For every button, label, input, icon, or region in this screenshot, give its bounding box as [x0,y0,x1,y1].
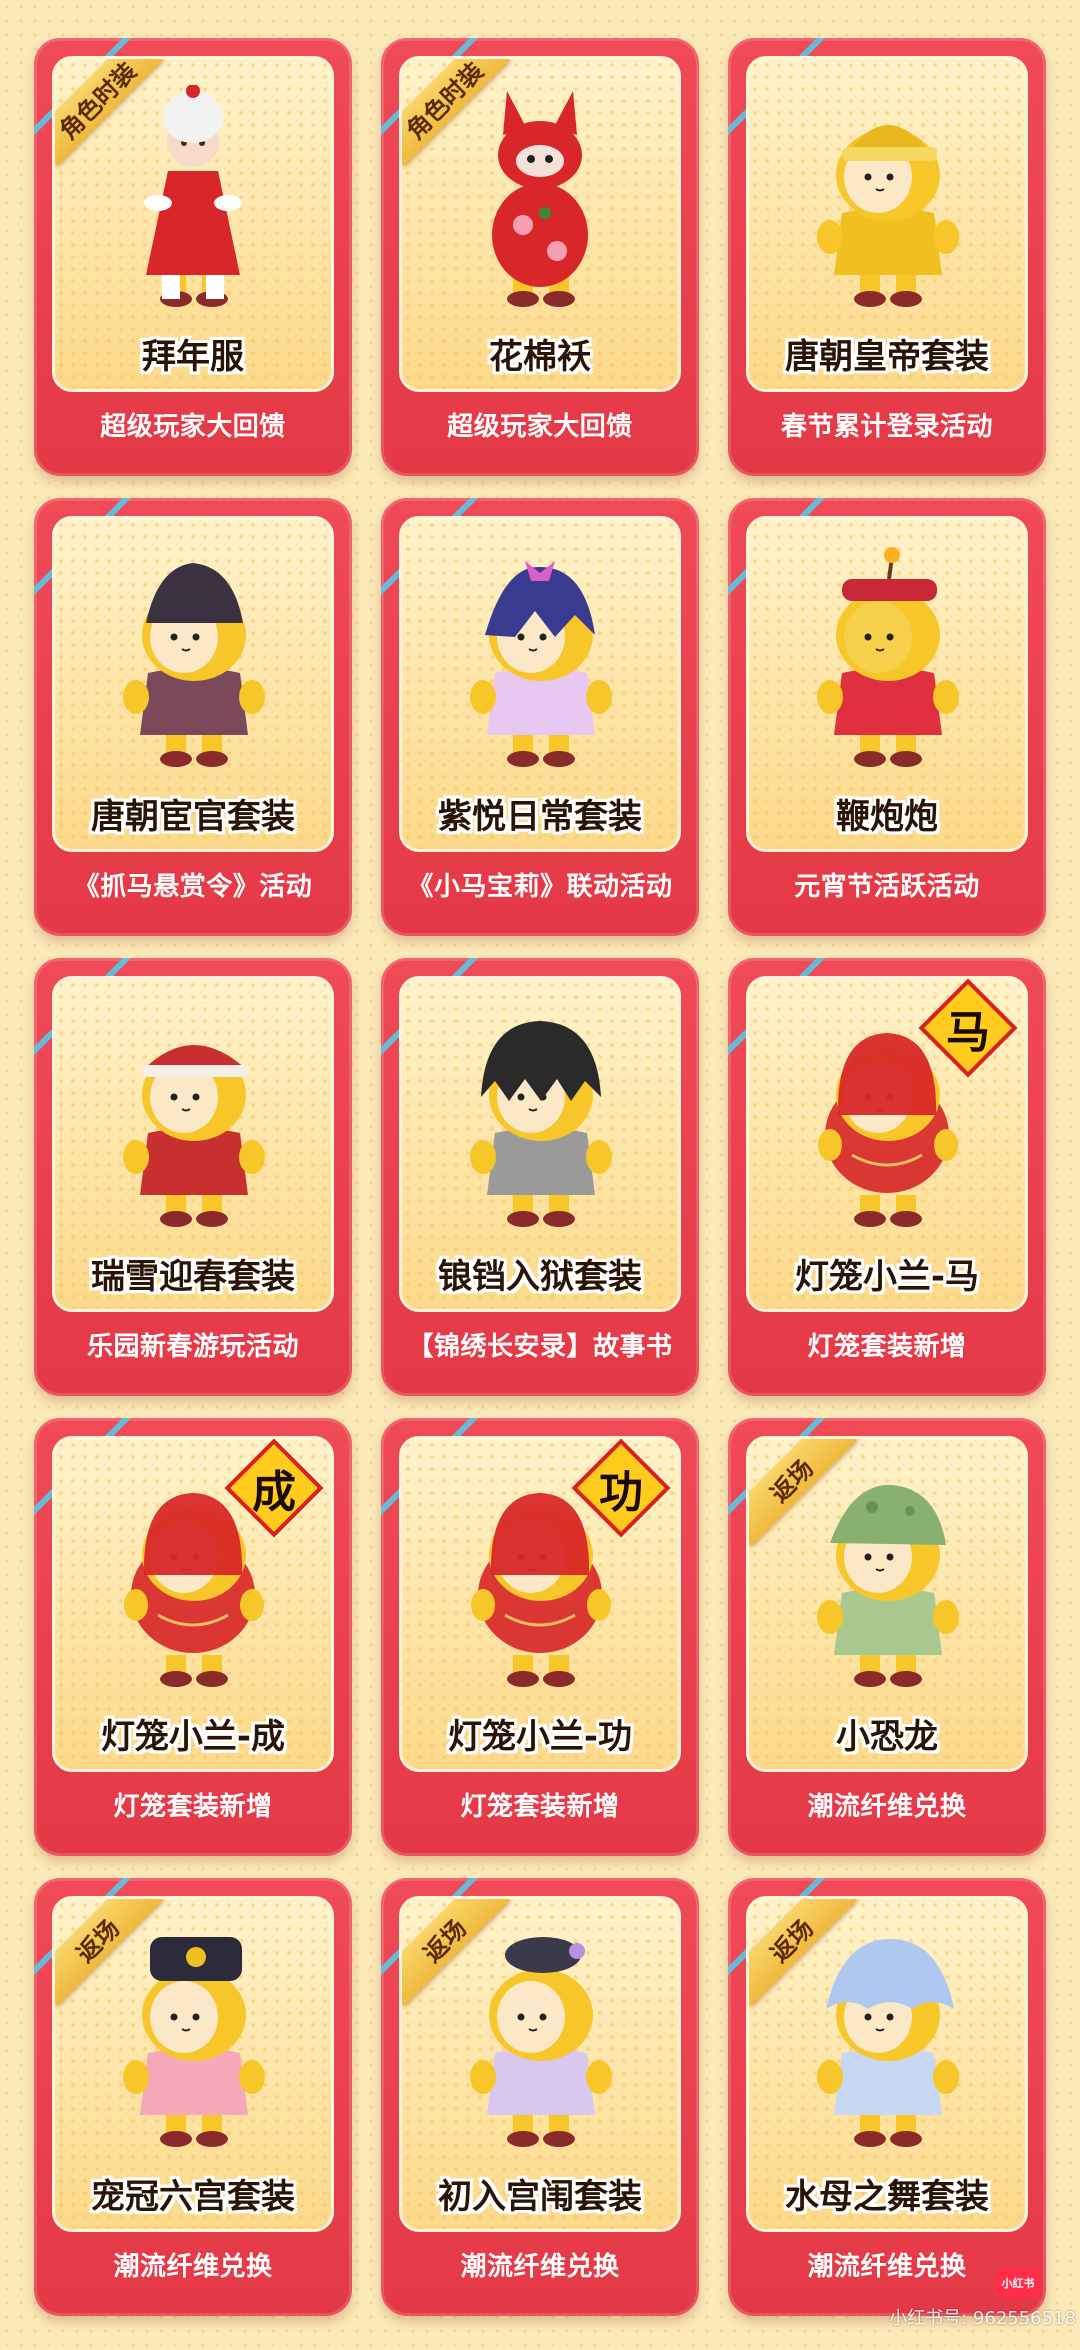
character-figure [98,1005,288,1235]
costume-source: 《小马宝莉》联动活动 [407,872,673,902]
costume-card[interactable]: 马灯笼小兰-马灯笼套装新增 [728,958,1046,1396]
costume-name: 唐朝宦官套装 [91,797,295,837]
character-figure [445,1925,635,2155]
xiaohongshu-logo: 小红书 [996,2268,1040,2298]
costume-name: 锒铛入狱套装 [438,1257,642,1297]
costume-name: 水母之舞套装 [785,2177,989,2217]
costume-name: 灯笼小兰-马 [794,1257,980,1297]
character-figure [792,1465,982,1695]
costume-panel: 角色时装 拜年服 [52,56,334,392]
costume-name: 灯笼小兰-功 [447,1717,633,1757]
costume-name: 初入宫闱套装 [438,2177,642,2217]
costume-panel: 角色时装 花棉袄 [399,56,681,392]
costume-name: 灯笼小兰-成 [100,1717,286,1757]
costume-source: 春节累计登录活动 [780,412,993,442]
costume-panel: 返场 初入宫闱套装 [399,1896,681,2232]
costume-source: 元宵节活跃活动 [794,872,980,902]
character-figure [445,1005,635,1235]
costume-source: 《抓马悬赏令》活动 [73,872,313,902]
costume-source: 乐园新春游玩活动 [86,1332,299,1362]
character-figure [445,85,635,315]
costume-card[interactable]: 鞭炮炮元宵节活跃活动 [728,498,1046,936]
costume-card[interactable]: 成灯笼小兰-成灯笼套装新增 [34,1418,352,1856]
character-figure [792,1925,982,2155]
costume-source: 灯笼套装新增 [460,1792,620,1822]
costume-panel: 返场 小恐龙 [746,1436,1028,1772]
costume-name: 小恐龙 [836,1717,938,1757]
costume-panel: 唐朝皇帝套装 [746,56,1028,392]
lantern-sign-character: 马 [946,1007,990,1058]
costume-card[interactable]: 返场 小恐龙潮流纤维兑换 [728,1418,1046,1856]
costume-panel: 功灯笼小兰-功 [399,1436,681,1772]
costume-source: 灯笼套装新增 [807,1332,967,1362]
costume-card[interactable]: 返场 初入宫闱套装潮流纤维兑换 [381,1878,699,2316]
costume-source: 潮流纤维兑换 [807,1792,967,1822]
costume-panel: 鞭炮炮 [746,516,1028,852]
costume-name: 鞭炮炮 [836,797,938,837]
lantern-sign-character: 成 [252,1467,296,1518]
costume-card[interactable]: 瑞雪迎春套装乐园新春游玩活动 [34,958,352,1396]
costume-name: 拜年服 [142,337,244,377]
costume-name: 紫悦日常套装 [438,797,642,837]
costume-source: 超级玩家大回馈 [447,412,633,442]
costume-panel: 成灯笼小兰-成 [52,1436,334,1772]
character-figure [98,545,288,775]
costume-panel: 紫悦日常套装 [399,516,681,852]
costume-card[interactable]: 唐朝宦官套装《抓马悬赏令》活动 [34,498,352,936]
costume-panel: 返场 宠冠六宫套装 [52,1896,334,2232]
costume-card[interactable]: 角色时装 花棉袄超级玩家大回馈 [381,38,699,476]
costume-card[interactable]: 功灯笼小兰-功灯笼套装新增 [381,1418,699,1856]
costume-panel: 锒铛入狱套装 [399,976,681,1312]
costume-panel: 返场 水母之舞套装 [746,1896,1028,2232]
costume-card[interactable]: 紫悦日常套装《小马宝莉》联动活动 [381,498,699,936]
character-figure [792,545,982,775]
costume-name: 宠冠六宫套装 [91,2177,295,2217]
character-figure [445,545,635,775]
watermark-id: 小红书号: 962556518 [889,2308,1076,2329]
costume-card[interactable]: 唐朝皇帝套装春节累计登录活动 [728,38,1046,476]
costume-card[interactable]: 角色时装 拜年服超级玩家大回馈 [34,38,352,476]
costume-source: 超级玩家大回馈 [100,412,286,442]
character-figure [792,85,982,315]
costume-name: 唐朝皇帝套装 [785,337,989,377]
costume-source: 潮流纤维兑换 [460,2252,620,2282]
costume-grid: 角色时装 拜年服 超级玩家大回馈 角色时装 花棉袄 超级玩家大回馈 唐朝皇帝套装 春节累计登录… [34,38,1046,2316]
costume-source: 潮流纤维兑换 [113,2252,273,2282]
costume-card[interactable]: 返场 宠冠六宫套装潮流纤维兑换 [34,1878,352,2316]
costume-card[interactable]: 锒铛入狱套装【锦绣长安录】故事书 [381,958,699,1396]
character-figure [98,1925,288,2155]
costume-name: 瑞雪迎春套装 [91,1257,295,1297]
character-figure [98,85,288,315]
costume-panel: 瑞雪迎春套装 [52,976,334,1312]
costume-card[interactable]: 返场 水母之舞套装 潮流纤维兑换 [728,1878,1046,2316]
costume-name: 花棉袄 [489,337,591,377]
costume-source: 【锦绣长安录】故事书 [407,1332,673,1362]
lantern-sign-character: 功 [599,1467,643,1518]
costume-panel: 唐朝宦官套装 [52,516,334,852]
costume-panel: 马灯笼小兰-马 [746,976,1028,1312]
costume-source: 灯笼套装新增 [113,1792,273,1822]
